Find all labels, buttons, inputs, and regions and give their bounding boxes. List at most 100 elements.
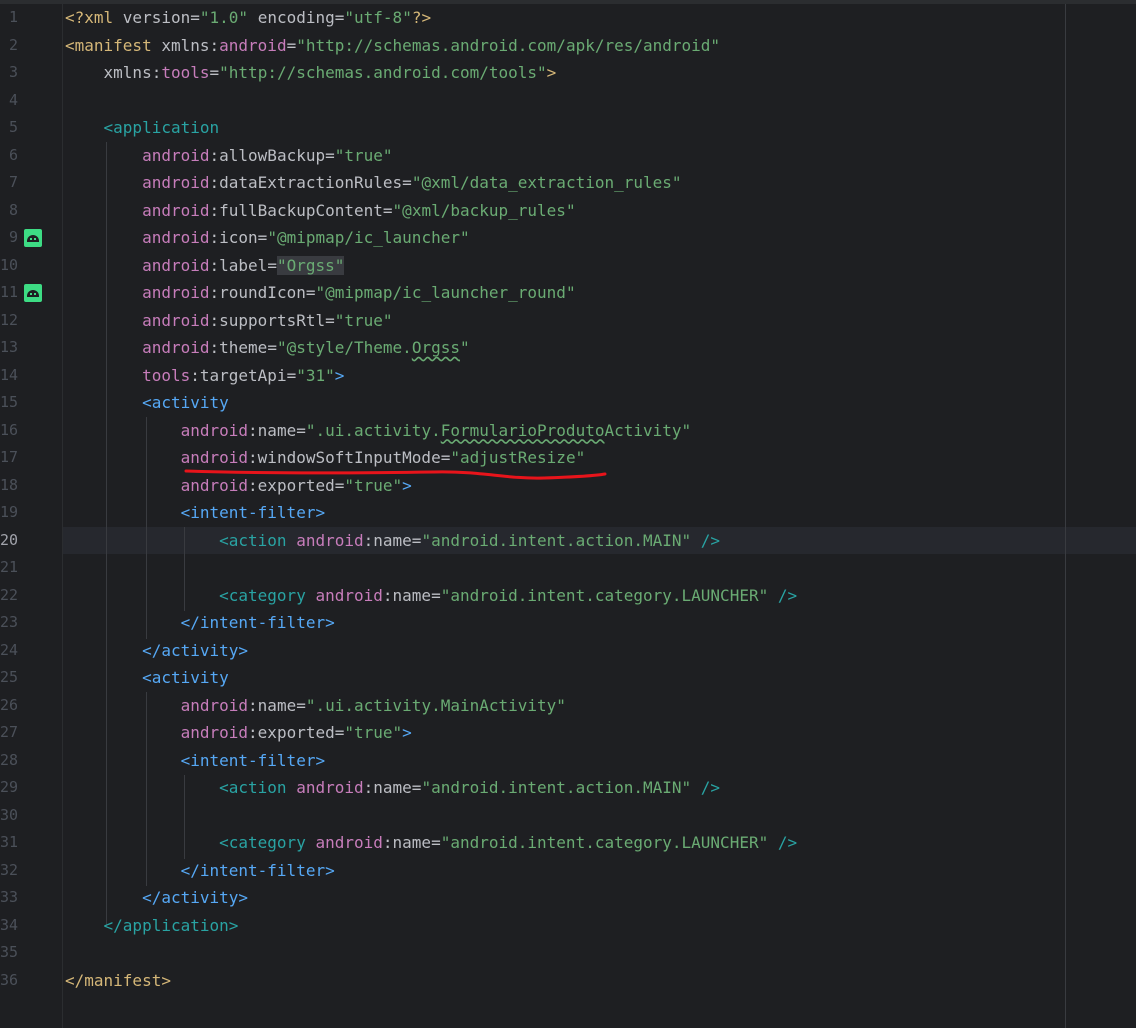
code-token: xmlns	[161, 35, 210, 55]
line-number: 34	[0, 915, 19, 934]
code-text: <category android:name="android.intent.c…	[65, 582, 797, 610]
code-line[interactable]: 19 <intent-filter>	[0, 499, 1136, 527]
code-token: =	[431, 585, 441, 605]
code-line[interactable]: 29 <action android:name="android.intent.…	[0, 774, 1136, 802]
code-token: =	[267, 338, 277, 357]
code-line[interactable]: 14 tools:targetApi="31">	[0, 362, 1136, 390]
code-line[interactable]: 26 android:name=".ui.activity.MainActivi…	[0, 692, 1136, 720]
code-line[interactable]: 24 </activity>	[0, 637, 1136, 665]
code-line[interactable]: 34 </application>	[0, 912, 1136, 940]
code-token: =	[325, 145, 335, 165]
code-line[interactable]: 32 </intent-filter>	[0, 857, 1136, 885]
code-line[interactable]: 7 android:dataExtractionRules="@xml/data…	[0, 169, 1136, 197]
red-annotation-underline	[184, 469, 607, 480]
code-token: windowSoftInputMode	[257, 448, 441, 467]
code-line[interactable]: 4	[0, 87, 1136, 115]
line-number: 27	[0, 723, 19, 741]
code-token: tools	[142, 365, 191, 385]
code-token: <category	[219, 585, 316, 605]
line-number: 14	[0, 365, 19, 384]
code-line[interactable]: 9 android:icon="@mipmap/ic_launcher"	[0, 224, 1136, 252]
code-token: android	[142, 310, 210, 330]
code-token: :	[209, 173, 220, 192]
code-line[interactable]: 28 <intent-filter>	[0, 747, 1136, 775]
code-editor[interactable]: 1 <?xml version="1.0" encoding="utf-8"?> 2…	[0, 0, 1136, 1028]
line-number: 18	[0, 475, 19, 494]
code-lines[interactable]: 1 <?xml version="1.0" encoding="utf-8"?> 2…	[0, 4, 1136, 994]
code-line[interactable]: 8 android:fullBackupContent="@xml/backup…	[0, 197, 1136, 225]
code-token: "android.intent.action.MAIN"	[421, 778, 692, 797]
code-text: android:supportsRtl="true"	[65, 307, 392, 335]
code-token: </activity>	[142, 640, 249, 660]
code-token: name	[373, 530, 412, 550]
code-token: />	[768, 585, 798, 605]
code-line[interactable]: 6 android:allowBackup="true"	[0, 142, 1136, 170]
line-number: 7	[8, 173, 18, 191]
code-line[interactable]: 27 android:exported="true">	[0, 719, 1136, 747]
code-token: =	[440, 448, 451, 467]
code-token: name	[257, 695, 297, 715]
code-token: name	[392, 585, 432, 605]
code-text: android:allowBackup="true"	[65, 142, 392, 170]
code-token: android	[180, 723, 249, 742]
code-line[interactable]: 22 <category android:name="android.inten…	[0, 582, 1136, 610]
code-line[interactable]: 33 </activity>	[0, 884, 1136, 912]
code-token: "@mipmap/ic_launcher"	[267, 228, 470, 247]
code-token: =	[411, 778, 422, 797]
code-token: "@xml/backup_rules"	[392, 200, 576, 220]
code-token: :	[209, 310, 220, 330]
code-line[interactable]: 15 <activity	[0, 389, 1136, 417]
code-token: dataExtractionRules	[219, 173, 403, 192]
code-token: "http://schemas.android.com/tools"	[219, 63, 547, 82]
line-number: 30	[0, 805, 19, 824]
android-icon[interactable]	[24, 284, 42, 302]
code-token: =	[190, 8, 200, 27]
code-line[interactable]: 13 android:theme="@style/Theme.Orgss"	[0, 334, 1136, 362]
code-line[interactable]: 12 android:supportsRtl="true"	[0, 307, 1136, 335]
code-line[interactable]: 11 android:roundIcon="@mipmap/ic_launche…	[0, 279, 1136, 307]
code-line[interactable]: 31 <category android:name="android.inten…	[0, 829, 1136, 857]
android-icon[interactable]	[24, 229, 42, 247]
code-line[interactable]: 23 </intent-filter>	[0, 609, 1136, 637]
code-line[interactable]: 1 <?xml version="1.0" encoding="utf-8"?>	[0, 4, 1136, 32]
code-line[interactable]: 2 <manifest xmlns:android="http://schemas…	[0, 32, 1136, 60]
code-line[interactable]: 3 xmlns:tools="http://schemas.android.co…	[0, 59, 1136, 87]
annotation-stroke	[184, 469, 607, 480]
code-token: />	[691, 778, 721, 797]
code-line[interactable]: 5 <application	[0, 114, 1136, 142]
code-line[interactable]: 16 android:name=".ui.activity.Formulario…	[0, 417, 1136, 445]
code-token: =	[286, 365, 297, 385]
code-line[interactable]: 10 android:label="Orgss"	[0, 252, 1136, 280]
code-token: "@xml/data_extraction_rules"	[411, 173, 682, 192]
code-line[interactable]: 21	[0, 554, 1136, 582]
code-token: =	[296, 420, 306, 440]
code-text: android:label="Orgss"	[65, 252, 345, 280]
code-token: :	[209, 145, 220, 165]
line-number: 22	[0, 585, 19, 604]
code-text: <activity	[65, 389, 229, 417]
code-line[interactable]: 35	[0, 939, 1136, 967]
line-number: 36	[0, 970, 19, 989]
code-line[interactable]: 20 <action android:name="android.intent.…	[0, 527, 1136, 555]
code-token: :	[363, 530, 374, 550]
code-text: </intent-filter>	[65, 857, 335, 885]
code-line[interactable]: 30	[0, 802, 1136, 830]
code-line[interactable]: 36 </manifest>	[0, 967, 1136, 995]
line-number: 15	[0, 393, 19, 411]
code-token: :	[209, 228, 220, 247]
line-number: 29	[0, 778, 19, 796]
code-token: android	[315, 833, 383, 852]
code-token: :	[209, 338, 220, 357]
code-line[interactable]: 25 <activity	[0, 664, 1136, 692]
